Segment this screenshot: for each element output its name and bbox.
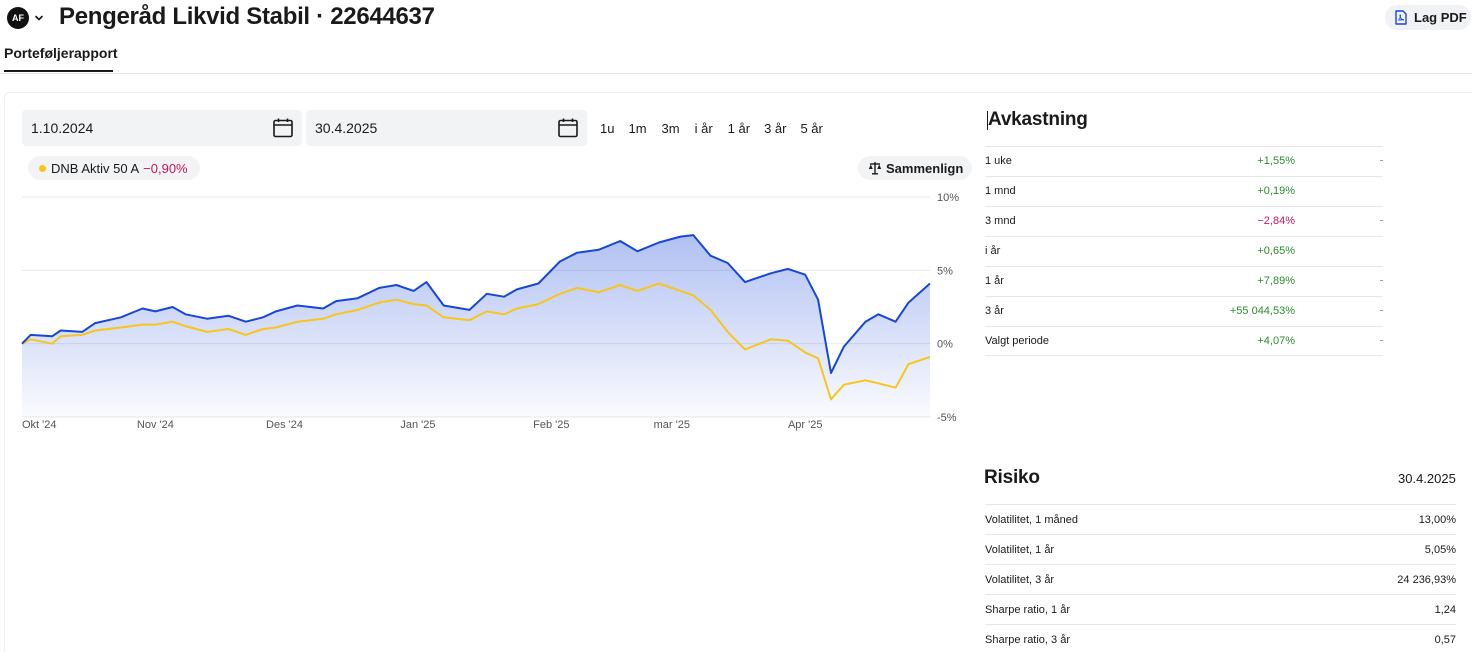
- create-pdf-button[interactable]: Lag PDF: [1385, 5, 1471, 30]
- range-button-5y[interactable]: 5 år: [800, 121, 822, 136]
- returns-row: i år +0,65%: [985, 236, 1383, 266]
- y-tick-label: 5%: [937, 265, 953, 277]
- returns-value: +55 044,53%: [1229, 305, 1295, 317]
- returns-value: +0,19%: [1257, 185, 1295, 197]
- to-date-value: 30.4.2025: [315, 120, 378, 136]
- returns-row: 1 år +7,89%: [985, 266, 1383, 296]
- range-button-1y[interactable]: 1 år: [728, 121, 750, 136]
- x-tick-label: Feb '25: [533, 419, 569, 431]
- y-tick-label: -5%: [937, 412, 957, 424]
- create-pdf-label: Lag PDF: [1414, 10, 1467, 25]
- calendar-icon[interactable]: [272, 117, 294, 139]
- risk-row: Sharpe ratio, 1 år 1,24: [985, 594, 1456, 624]
- from-date-value: 1.10.2024: [31, 120, 94, 136]
- risk-date: 30.4.2025: [1398, 471, 1456, 486]
- portfolio-area: [22, 235, 930, 417]
- x-tick-label: Jan '25: [400, 419, 435, 431]
- benchmark-change: −0,90%: [143, 160, 188, 176]
- returns-period-label: 1 uke: [985, 155, 1012, 167]
- account-avatar[interactable]: AF: [7, 7, 29, 29]
- active-tab-indicator: [4, 70, 113, 72]
- returns-trailing-dash: [1380, 280, 1383, 281]
- risk-row: Volatilitet, 1 måned 13,00%: [985, 504, 1456, 534]
- returns-table: 1 uke +1,55% 1 mnd +0,19% 3 mnd −2,84% i år +0,…: [985, 146, 1383, 356]
- returns-period-label: 1 mnd: [985, 185, 1016, 197]
- to-date-input[interactable]: 30.4.2025: [306, 110, 587, 146]
- x-tick-label: mar '25: [654, 419, 690, 431]
- risk-row: Sharpe ratio, 3 år 0,57: [985, 624, 1456, 652]
- benchmark-name: DNB Aktiv 50 A: [51, 160, 140, 176]
- compare-button[interactable]: Sammenlign: [858, 156, 973, 180]
- benchmark-chip[interactable]: DNB Aktiv 50 A −0,90%: [28, 156, 200, 180]
- returns-value: +7,89%: [1257, 275, 1295, 287]
- period-range-buttons: 1u 1m 3m i år 1 år 3 år 5 år: [600, 121, 823, 136]
- x-tick-label: Nov '24: [137, 419, 174, 431]
- returns-value: +4,07%: [1257, 335, 1295, 347]
- risk-metric-label: Volatilitet, 1 år: [985, 544, 1055, 556]
- x-tick-label: Des '24: [266, 419, 303, 431]
- returns-trailing-dash: [1380, 310, 1383, 311]
- returns-title: Avkastning: [988, 109, 1088, 130]
- from-date-input[interactable]: 1.10.2024: [22, 110, 302, 146]
- risk-metric-value: 1,24: [1434, 604, 1456, 616]
- compare-label: Sammenlign: [886, 160, 964, 176]
- benchmark-color-dot: [39, 164, 46, 172]
- range-button-ytd[interactable]: i år: [695, 121, 713, 136]
- range-button-1u[interactable]: 1u: [600, 121, 614, 136]
- returns-row: 3 mnd −2,84%: [985, 206, 1383, 236]
- risk-metric-value: 13,00%: [1418, 514, 1456, 526]
- risk-table: Volatilitet, 1 måned 13,00% Volatilitet, 1…: [985, 504, 1456, 652]
- tab-portfolio-report[interactable]: Porteføljerapport: [4, 45, 118, 61]
- returns-value: +1,55%: [1257, 155, 1295, 167]
- risk-metric-label: Volatilitet, 1 måned: [985, 514, 1078, 526]
- performance-chart: Okt '24 Nov '24 Des '24 Jan '25 Feb '25 mar '…: [21, 192, 959, 431]
- risk-metric-value: 0,57: [1434, 634, 1456, 646]
- risk-metric-label: Volatilitet, 3 år: [985, 574, 1055, 586]
- scale-icon: [868, 162, 882, 175]
- returns-value: −2,84%: [1257, 215, 1295, 227]
- returns-value: +0,65%: [1257, 245, 1295, 257]
- range-button-3y[interactable]: 3 år: [764, 121, 786, 136]
- risk-metric-label: Sharpe ratio, 3 år: [985, 634, 1070, 646]
- returns-trailing-dash: [1380, 340, 1383, 341]
- range-button-1m[interactable]: 1m: [628, 121, 646, 136]
- risk-metric-value: 24 236,93%: [1397, 574, 1456, 586]
- risk-row: Volatilitet, 3 år 24 236,93%: [985, 564, 1456, 594]
- risk-metric-value: 5,05%: [1424, 544, 1456, 556]
- calendar-icon[interactable]: [557, 117, 579, 139]
- chevron-down-icon[interactable]: [33, 12, 45, 24]
- returns-trailing-dash: [1380, 160, 1383, 161]
- tab-divider: [0, 73, 1472, 74]
- pdf-icon: [1395, 10, 1407, 25]
- returns-trailing-dash: [1380, 220, 1383, 221]
- returns-row: Valgt periode +4,07%: [985, 326, 1383, 356]
- returns-period-label: i år: [985, 245, 1001, 257]
- returns-period-label: 3 år: [985, 305, 1004, 317]
- y-tick-label: 10%: [937, 192, 959, 204]
- returns-row: 1 uke +1,55%: [985, 146, 1383, 176]
- returns-period-label: 1 år: [985, 275, 1004, 287]
- y-tick-label: 0%: [937, 339, 953, 351]
- range-button-3m[interactable]: 3m: [662, 121, 680, 136]
- x-tick-label: Okt '24: [22, 419, 57, 431]
- risk-title: Risiko: [984, 467, 1040, 488]
- risk-row: Volatilitet, 1 år 5,05%: [985, 534, 1456, 564]
- returns-period-label: 3 mnd: [985, 215, 1016, 227]
- x-tick-label: Apr '25: [788, 419, 823, 431]
- returns-period-label: Valgt periode: [985, 335, 1050, 347]
- risk-metric-label: Sharpe ratio, 1 år: [985, 604, 1070, 616]
- returns-row: 1 mnd +0,19%: [985, 176, 1383, 206]
- page-title: Pengeråd Likvid Stabil · 22644637: [59, 3, 435, 30]
- returns-row: 3 år +55 044,53%: [985, 296, 1383, 326]
